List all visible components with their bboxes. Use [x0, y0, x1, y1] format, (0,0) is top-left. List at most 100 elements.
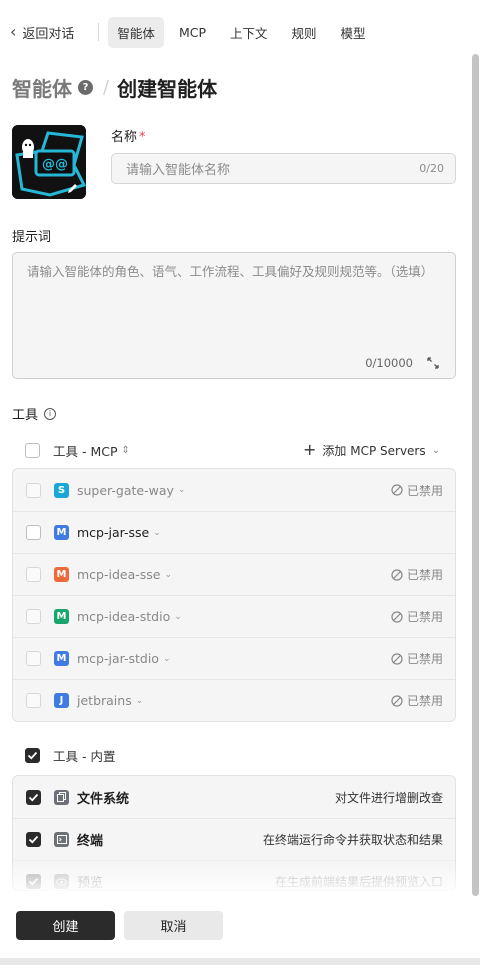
builtin-tool-name: 预览	[77, 876, 104, 891]
tab-agents[interactable]: 智能体	[108, 16, 164, 48]
tab-models[interactable]: 模型	[332, 17, 375, 48]
builtin-header-label: 工具 - 内置	[53, 749, 116, 764]
builtin-select-all-checkbox[interactable]	[25, 748, 40, 763]
chevron-left-icon: ‹	[10, 22, 17, 41]
disabled-status: 已禁用	[391, 692, 443, 709]
builtin-tool-row[interactable]: 预览 在生成前端结果后提供预览入口	[13, 860, 455, 891]
chevron-down-icon[interactable]: ⌄	[163, 654, 171, 664]
back-to-chat-button[interactable]: ‹ 返回对话	[10, 23, 74, 42]
add-mcp-label: 添加 MCP Servers	[322, 443, 426, 458]
mcp-server-row[interactable]: S super-gate-way ⌄ 已禁用	[13, 469, 455, 511]
prompt-placeholder: 请输入智能体的角色、语气、工作流程、工具偏好及规则规范等。（选填）	[27, 264, 434, 279]
sort-icon[interactable]: ⇕	[122, 445, 130, 456]
builtin-tool-list: 文件系统 对文件进行增删改查 终端 在终端运行命令并获取状态和结果 预览 在生成…	[12, 775, 456, 891]
mcp-server-checkbox[interactable]	[26, 609, 41, 624]
mcp-server-checkbox[interactable]	[26, 651, 41, 666]
check-icon	[27, 751, 38, 760]
mcp-server-row[interactable]: M mcp-idea-sse ⌄ 已禁用	[13, 553, 455, 595]
page-title: 创建智能体	[117, 76, 218, 101]
server-j-icon: J	[54, 693, 69, 708]
disabled-status: 已禁用	[391, 482, 443, 499]
builtin-tool-desc: 在生成前端结果后提供预览入口	[274, 875, 443, 889]
breadcrumb-agents[interactable]: 智能体	[12, 73, 72, 102]
chevron-down-icon[interactable]: ⌄	[164, 570, 172, 580]
builtin-tool-desc: 对文件进行增删改查	[334, 790, 443, 805]
disabled-label: 已禁用	[406, 483, 443, 498]
name-char-counter: 0/20	[419, 162, 444, 175]
server-s-icon: S	[54, 482, 69, 498]
mcp-server-checkbox[interactable]	[26, 567, 41, 582]
name-placeholder: 请输入智能体名称	[126, 163, 231, 178]
mcp-server-name: mcp-idea-sse	[77, 567, 161, 582]
check-icon	[28, 793, 39, 801]
disabled-label: 已禁用	[406, 610, 443, 624]
mcp-server-name: super-gate-way	[77, 482, 174, 498]
disabled-label: 已禁用	[406, 694, 443, 708]
mcp-server-checkbox[interactable]	[26, 525, 41, 540]
info-icon[interactable]: i	[44, 407, 57, 420]
tab-mcp[interactable]: MCP	[170, 19, 215, 46]
chevron-down-icon[interactable]: ⌄	[136, 696, 144, 706]
create-button[interactable]: 创建	[16, 911, 115, 940]
tab-rules[interactable]: 规则	[283, 17, 326, 48]
chevron-down-icon[interactable]: ⌄	[178, 485, 186, 495]
builtin-tool-desc: 在终端运行命令并获取状态和结果	[262, 833, 443, 847]
server-m-icon: M	[54, 651, 69, 666]
mcp-server-name: mcp-jar-stdio	[77, 651, 159, 666]
mcp-server-row[interactable]: M mcp-idea-stdio ⌄ 已禁用	[13, 595, 455, 637]
mcp-server-row[interactable]: J jetbrains ⌄ 已禁用	[13, 679, 455, 721]
help-icon[interactable]: ?	[78, 79, 93, 95]
disabled-label: 已禁用	[406, 652, 443, 666]
svg-text:@@: @@	[42, 157, 68, 172]
expand-icon[interactable]	[427, 357, 439, 369]
agent-avatar[interactable]: @@	[12, 125, 86, 199]
terminal-icon	[54, 832, 69, 847]
builtin-tool-checkbox[interactable]	[26, 789, 41, 805]
prompt-textarea[interactable]: 请输入智能体的角色、语气、工作流程、工具偏好及规则规范等。（选填） 0/1000…	[12, 252, 456, 379]
tools-label-text: 工具	[12, 408, 39, 423]
server-m-icon: M	[54, 567, 69, 582]
server-m-icon: M	[54, 609, 69, 624]
file-icon	[54, 789, 69, 805]
mcp-server-list: S super-gate-way ⌄ 已禁用 M mcp-jar-sse ⌄ M…	[12, 468, 456, 722]
mcp-select-all-checkbox[interactable]	[25, 442, 40, 458]
builtin-tools-header: 工具 - 内置	[25, 746, 115, 765]
chevron-down-icon[interactable]: ⌄	[153, 528, 161, 538]
name-input[interactable]: 请输入智能体名称 0/20	[111, 153, 456, 184]
bottom-edge	[0, 958, 480, 965]
builtin-tool-row[interactable]: 文件系统 对文件进行增删改查	[13, 776, 455, 818]
check-icon	[28, 877, 39, 886]
builtin-tool-checkbox[interactable]	[26, 874, 41, 889]
nav-divider	[98, 23, 100, 41]
tab-context[interactable]: 上下文	[221, 17, 277, 48]
mcp-server-row[interactable]: M mcp-jar-stdio ⌄ 已禁用	[13, 637, 455, 679]
mcp-server-row[interactable]: M mcp-jar-sse ⌄	[13, 511, 455, 553]
scrollbar[interactable]	[472, 54, 479, 896]
builtin-tool-name: 文件系统	[77, 791, 130, 807]
cancel-button[interactable]: 取消	[124, 911, 223, 940]
add-mcp-servers-button[interactable]: + 添加 MCP Servers ⌄	[303, 442, 440, 459]
disabled-status: 已禁用	[391, 608, 443, 625]
builtin-tool-row[interactable]: 终端 在终端运行命令并获取状态和结果	[13, 818, 455, 860]
breadcrumb: 智能体 ? / 创建智能体	[12, 72, 217, 102]
chevron-down-icon[interactable]: ⌄	[174, 612, 182, 622]
ban-icon	[391, 610, 403, 623]
server-m-icon: M	[54, 525, 69, 540]
mcp-server-name: jetbrains	[77, 693, 132, 708]
mcp-tools-header: 工具 - MCP ⇕ + 添加 MCP Servers ⌄	[12, 437, 456, 463]
mcp-server-checkbox[interactable]	[26, 693, 41, 708]
builtin-tool-checkbox[interactable]	[26, 832, 41, 847]
prompt-label: 提示词	[12, 230, 52, 245]
form-actions: 创建 取消	[16, 911, 223, 940]
edit-pencil-icon[interactable]	[66, 181, 80, 195]
breadcrumb-separator: /	[103, 76, 110, 98]
chevron-down-icon: ⌄	[431, 444, 440, 456]
name-label-text: 名称	[111, 130, 138, 145]
mcp-server-checkbox[interactable]	[26, 482, 41, 498]
disabled-status: 已禁用	[391, 650, 443, 667]
eye-icon	[54, 874, 69, 889]
plus-icon: +	[303, 440, 317, 459]
mcp-server-name: mcp-jar-sse	[77, 525, 150, 540]
check-icon	[28, 835, 39, 844]
builtin-tool-name: 终端	[77, 834, 104, 849]
